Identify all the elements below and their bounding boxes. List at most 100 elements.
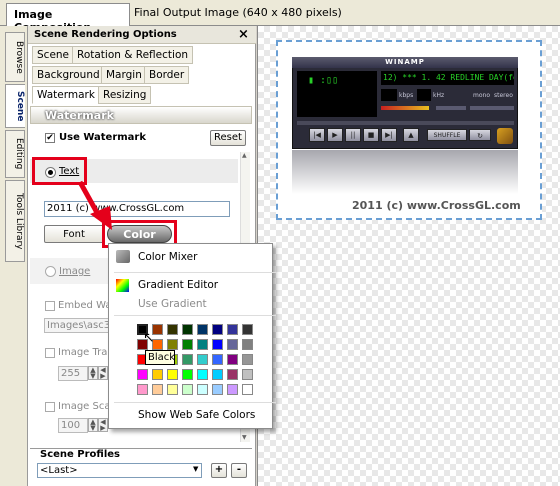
winamp-eq-pl-buttons	[470, 106, 514, 110]
scroll-up-icon[interactable]: ▲	[242, 152, 247, 159]
scale-spinner-right[interactable]: ◀ ▶	[98, 418, 108, 432]
menu-item-color-mixer[interactable]: Color Mixer	[138, 251, 197, 263]
tab-scene[interactable]: Scene	[32, 46, 75, 64]
color-swatch[interactable]	[167, 324, 178, 335]
color-swatch[interactable]	[182, 339, 193, 350]
color-swatch[interactable]	[197, 369, 208, 380]
scene-profiles-label: Scene Profiles	[40, 449, 120, 460]
color-swatch[interactable]	[152, 369, 163, 380]
swatch-tooltip: Black	[145, 350, 175, 365]
tab-margin[interactable]: Margin	[101, 66, 147, 84]
add-profile-button[interactable]: +	[211, 463, 227, 478]
close-icon[interactable]: ×	[238, 27, 249, 42]
winamp-balance-bar	[436, 106, 466, 110]
winamp-next-icon: ▶|	[381, 128, 397, 142]
color-swatch[interactable]	[242, 369, 253, 380]
tab-watermark[interactable]: Watermark	[32, 86, 100, 104]
color-swatch[interactable]	[137, 369, 148, 380]
color-swatch[interactable]	[167, 384, 178, 395]
panel-title: Scene Rendering Options	[28, 26, 256, 44]
side-tab-browse[interactable]: Browse	[5, 32, 25, 82]
tab-rotation-reflection[interactable]: Rotation & Reflection	[72, 46, 194, 64]
winamp-kbps-box	[381, 89, 397, 101]
tab-resizing[interactable]: Resizing	[98, 86, 152, 104]
red-arrow-annotation	[77, 180, 112, 230]
color-swatch[interactable]	[197, 324, 208, 335]
menu-divider-3	[114, 402, 276, 403]
image-radio[interactable]	[45, 266, 56, 277]
color-swatch[interactable]	[212, 354, 223, 365]
color-swatch[interactable]	[182, 384, 193, 395]
winamp-volume-bar	[381, 106, 429, 110]
color-swatch[interactable]	[227, 339, 238, 350]
image-path-input[interactable]: Images\asc300	[44, 318, 110, 333]
color-swatch[interactable]	[227, 354, 238, 365]
chevron-down-icon[interactable]: ▼	[193, 465, 198, 473]
side-tab-tools-library[interactable]: Tools Library	[5, 180, 25, 262]
color-swatch[interactable]	[182, 369, 193, 380]
winamp-track-title: 12) *** 1. 42 REDLINE DAY(feat	[381, 71, 514, 85]
image-transparency-checkbox[interactable]	[45, 348, 55, 358]
winamp-stereo-label: stereo	[494, 92, 513, 99]
remove-profile-button[interactable]: -	[231, 463, 247, 478]
transparency-spinner-right[interactable]: ◀ ▶	[98, 366, 108, 380]
color-swatch[interactable]	[242, 384, 253, 395]
color-swatch[interactable]	[152, 384, 163, 395]
color-swatch[interactable]	[242, 339, 253, 350]
color-swatch[interactable]	[212, 384, 223, 395]
winamp-reflection	[292, 150, 518, 194]
scene-profiles-select[interactable]: <Last>	[37, 463, 202, 478]
winamp-mono-label: mono	[473, 92, 490, 99]
color-swatch[interactable]	[227, 369, 238, 380]
color-swatch[interactable]	[197, 354, 208, 365]
winamp-repeat-icon: ↻	[469, 129, 491, 141]
winamp-pause-icon: ||	[345, 128, 361, 142]
winamp-seek-bar	[297, 121, 514, 125]
tab-image-composition[interactable]: Image Composition	[6, 3, 130, 34]
winamp-logo-icon	[497, 128, 513, 144]
vertical-tab-bar: Browse Scene Editing Tools Library	[0, 26, 28, 486]
color-swatch[interactable]	[167, 339, 178, 350]
menu-item-gradient-editor[interactable]: Gradient Editor	[138, 279, 218, 291]
side-tab-scene[interactable]: Scene	[5, 84, 25, 128]
use-watermark-checkbox[interactable]: ✔	[45, 133, 55, 143]
color-swatch[interactable]	[167, 369, 178, 380]
tab-final-output[interactable]: Final Output Image (640 x 480 pixels)	[134, 6, 342, 19]
color-swatch[interactable]	[197, 339, 208, 350]
side-tab-editing[interactable]: Editing	[5, 130, 25, 178]
color-mixer-icon	[116, 250, 130, 263]
winamp-khz-label: kHz	[433, 92, 445, 99]
image-scale-input[interactable]: 100	[58, 418, 88, 433]
gradient-editor-icon	[116, 279, 129, 292]
reset-button[interactable]: Reset	[210, 130, 246, 146]
scroll-down-icon[interactable]: ▼	[242, 434, 247, 441]
menu-item-use-gradient[interactable]: Use Gradient	[138, 298, 207, 310]
winamp-eject-icon: ▲	[403, 128, 419, 142]
color-swatch[interactable]	[212, 324, 223, 335]
winamp-play-icon: ▶	[327, 128, 343, 142]
color-swatch[interactable]	[212, 339, 223, 350]
color-swatch[interactable]	[182, 324, 193, 335]
color-swatch[interactable]	[227, 384, 238, 395]
winamp-shuffle-button: SHUFFLE	[427, 129, 467, 141]
tab-background[interactable]: Background	[32, 66, 105, 84]
image-radio-label: Image	[59, 266, 91, 277]
use-watermark-label: Use Watermark	[59, 132, 147, 143]
tab-border[interactable]: Border	[144, 66, 190, 84]
image-transparency-input[interactable]: 255	[58, 366, 88, 381]
color-swatch[interactable]	[242, 324, 253, 335]
scale-spinner[interactable]: ▲ ▼	[88, 418, 98, 432]
color-swatch[interactable]	[182, 354, 193, 365]
color-swatch[interactable]	[137, 384, 148, 395]
transparency-spinner[interactable]: ▲ ▼	[88, 366, 98, 380]
color-swatch[interactable]	[197, 384, 208, 395]
color-swatch[interactable]	[212, 369, 223, 380]
embed-watermark-checkbox[interactable]	[45, 301, 55, 311]
menu-item-show-web-safe-colors[interactable]: Show Web Safe Colors	[138, 409, 255, 421]
color-swatch[interactable]	[242, 354, 253, 365]
menu-divider	[114, 272, 276, 273]
mouse-cursor-icon: ↖	[143, 330, 155, 346]
color-swatch[interactable]	[227, 324, 238, 335]
image-scale-checkbox[interactable]	[45, 402, 55, 412]
winamp-khz-box	[417, 89, 431, 101]
